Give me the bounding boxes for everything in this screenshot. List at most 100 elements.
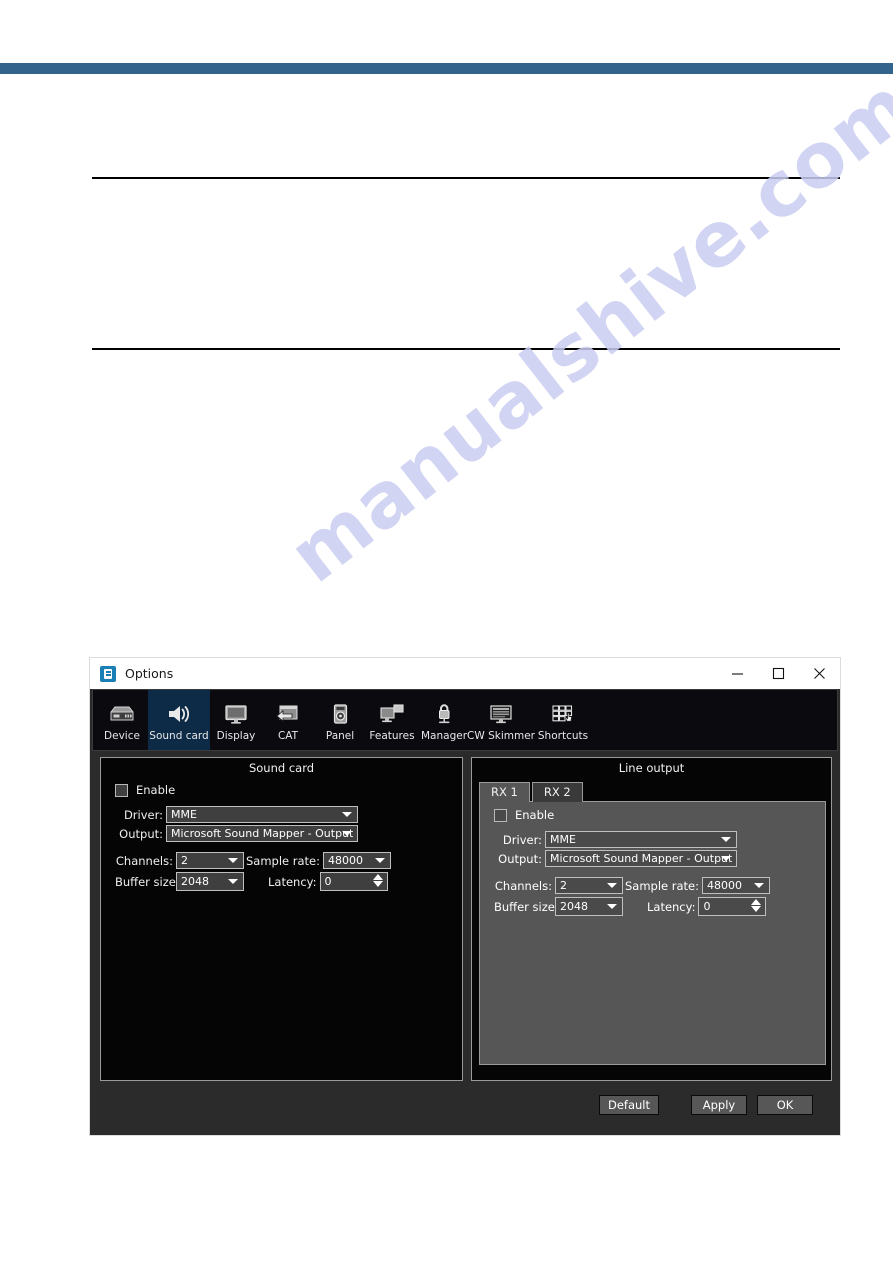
sound-card-enable-label: Enable bbox=[136, 783, 176, 797]
page-divider-bottom bbox=[92, 348, 840, 350]
toolbar-label: Shortcuts bbox=[537, 729, 589, 742]
line-output-tabstrip: RX 1 RX 2 bbox=[478, 782, 826, 802]
page-watermark: manualshive.com bbox=[272, 59, 893, 600]
toolbar-label: CW Skimmer bbox=[467, 729, 535, 742]
sound-card-buffer-size-select[interactable]: 2048 bbox=[176, 872, 244, 891]
tab-rx-1[interactable]: RX 1 bbox=[478, 782, 530, 802]
toolbar-item-sound-card[interactable]: Sound card bbox=[148, 690, 210, 750]
toolbar-item-device[interactable]: Device bbox=[96, 690, 148, 750]
line-output-tabs-wrap: RX 1 RX 2 Enable Driver: MME Output: Mic… bbox=[472, 777, 831, 1065]
sound-card-sample-rate-value: 48000 bbox=[328, 854, 364, 867]
sound-card-sample-rate-label: Sample rate: bbox=[246, 853, 321, 868]
toolbar-item-features[interactable]: Features bbox=[366, 690, 418, 750]
line-output-output-label: Output: bbox=[498, 851, 542, 866]
cat-window-icon bbox=[274, 699, 302, 729]
chevron-down-icon bbox=[228, 879, 238, 884]
line-output-buffer-size-select[interactable]: 2048 bbox=[554, 897, 623, 916]
line-output-group: Line output RX 1 RX 2 Enable Driver: MME… bbox=[470, 757, 832, 1081]
chevron-down-icon bbox=[342, 831, 352, 836]
minimize-icon[interactable] bbox=[717, 658, 758, 689]
chevron-down-icon bbox=[342, 812, 352, 817]
line-output-enable-label: Enable bbox=[514, 808, 555, 822]
sound-card-sample-rate-select[interactable]: 48000 bbox=[323, 852, 392, 869]
lock-icon bbox=[430, 699, 458, 729]
chevron-down-icon bbox=[720, 856, 731, 861]
tab-rx-2[interactable]: RX 2 bbox=[531, 782, 583, 802]
toolbar-label: Panel bbox=[325, 729, 355, 742]
line-output-buffer-size-value: 2048 bbox=[559, 900, 588, 913]
toolbar-item-manager[interactable]: Manager bbox=[418, 690, 470, 750]
toolbar-label: Display bbox=[216, 729, 256, 742]
sound-card-group: Sound card Enable Driver: MME Output: Mi… bbox=[100, 757, 463, 1081]
monitor-icon bbox=[222, 699, 250, 729]
line-output-output-select[interactable]: Microsoft Sound Mapper - Output bbox=[544, 850, 737, 867]
line-output-sample-rate-label: Sample rate: bbox=[624, 878, 699, 893]
apply-button[interactable]: Apply bbox=[691, 1095, 747, 1115]
page-divider-top bbox=[92, 177, 840, 179]
line-output-sample-rate-select[interactable]: 48000 bbox=[702, 877, 770, 894]
stepper-down-icon[interactable] bbox=[372, 881, 383, 887]
sound-card-buffer-size-value: 2048 bbox=[181, 875, 209, 888]
hard-drive-icon bbox=[108, 699, 136, 729]
line-output-channels-select[interactable]: 2 bbox=[554, 877, 623, 894]
stepper-up-icon[interactable] bbox=[372, 874, 383, 880]
line-output-latency-value: 0 bbox=[703, 900, 711, 913]
sound-card-buffer-row: Buffer size: 2048 Latency: 0 bbox=[115, 872, 452, 891]
line-output-buffer-size-label: Buffer size: bbox=[493, 899, 559, 914]
toolbar-label: Features bbox=[369, 729, 415, 742]
panel-device-icon bbox=[326, 699, 354, 729]
line-output-enable-checkbox[interactable] bbox=[493, 808, 507, 822]
stepper-up-icon[interactable] bbox=[751, 899, 762, 905]
sound-card-channels-select[interactable]: 2 bbox=[176, 852, 244, 869]
line-output-latency-stepper[interactable]: 0 bbox=[698, 897, 767, 916]
sound-card-latency-label: Latency: bbox=[268, 874, 317, 889]
toolbar-item-cw-skimmer[interactable]: CW Skimmer bbox=[467, 690, 535, 750]
stepper-down-icon[interactable] bbox=[751, 906, 762, 912]
app-icon bbox=[100, 665, 116, 682]
skimmer-icon bbox=[487, 699, 515, 729]
maximize-icon[interactable] bbox=[758, 658, 799, 689]
options-dialog: Options Device Sound card Display CAT Pa… bbox=[90, 658, 840, 1135]
line-output-form: Enable Driver: MME Output: Microsoft Sou… bbox=[480, 802, 825, 916]
sound-card-output-row: Output: Microsoft Sound Mapper - Output bbox=[115, 825, 452, 842]
chevron-down-icon bbox=[606, 904, 617, 909]
sound-card-driver-label: Driver: bbox=[123, 807, 163, 822]
line-output-output-row: Output: Microsoft Sound Mapper - Output bbox=[494, 850, 815, 867]
sound-card-latency-stepper[interactable]: 0 bbox=[319, 872, 388, 891]
options-body: Sound card Enable Driver: MME Output: Mi… bbox=[90, 751, 840, 1081]
default-button[interactable]: Default bbox=[599, 1095, 659, 1115]
toolbar-label: Sound card bbox=[149, 729, 209, 742]
chevron-down-icon bbox=[754, 883, 764, 888]
line-output-title: Line output bbox=[618, 761, 685, 775]
sound-card-enable-checkbox[interactable] bbox=[115, 783, 128, 797]
toolbar-label: Device bbox=[104, 729, 140, 742]
sound-card-channels-row: Channels: 2 Sample rate: 48000 bbox=[115, 852, 452, 869]
line-output-buffer-row: Buffer size: 2048 Latency: 0 bbox=[494, 897, 815, 916]
line-output-driver-select[interactable]: MME bbox=[544, 831, 737, 848]
sound-card-driver-value: MME bbox=[171, 808, 197, 821]
line-output-enable-row[interactable]: Enable bbox=[493, 808, 815, 822]
toolbar-item-display[interactable]: Display bbox=[210, 690, 262, 750]
toolbar-item-panel[interactable]: Panel bbox=[314, 690, 366, 750]
options-toolbar: Device Sound card Display CAT Panel Feat… bbox=[92, 689, 838, 751]
line-output-channels-value: 2 bbox=[559, 879, 567, 892]
sound-card-output-select[interactable]: Microsoft Sound Mapper - Output bbox=[166, 825, 358, 842]
sound-card-channels-label: Channels: bbox=[115, 853, 173, 868]
stepper-buttons[interactable] bbox=[751, 899, 762, 912]
toolbar-item-cat[interactable]: CAT bbox=[262, 690, 314, 750]
sound-card-form: Enable Driver: MME Output: Microsoft Sou… bbox=[101, 777, 462, 891]
line-output-sample-rate-value: 48000 bbox=[707, 879, 742, 892]
sound-card-enable-row[interactable]: Enable bbox=[115, 783, 452, 797]
stepper-buttons[interactable] bbox=[372, 874, 383, 887]
toolbar-item-shortcuts[interactable]: Shortcuts bbox=[532, 690, 594, 750]
sound-card-driver-row: Driver: MME bbox=[115, 806, 452, 823]
chevron-down-icon bbox=[228, 858, 238, 863]
close-icon[interactable] bbox=[799, 658, 840, 689]
sound-card-driver-select[interactable]: MME bbox=[166, 806, 358, 823]
keypad-hand-icon bbox=[549, 699, 577, 729]
line-output-tabpanel: Enable Driver: MME Output: Microsoft Sou… bbox=[478, 801, 826, 1065]
window-controls bbox=[717, 658, 840, 689]
ok-button[interactable]: OK bbox=[757, 1095, 813, 1115]
toolbar-label: CAT bbox=[277, 729, 299, 742]
sound-card-latency-value: 0 bbox=[324, 875, 332, 888]
